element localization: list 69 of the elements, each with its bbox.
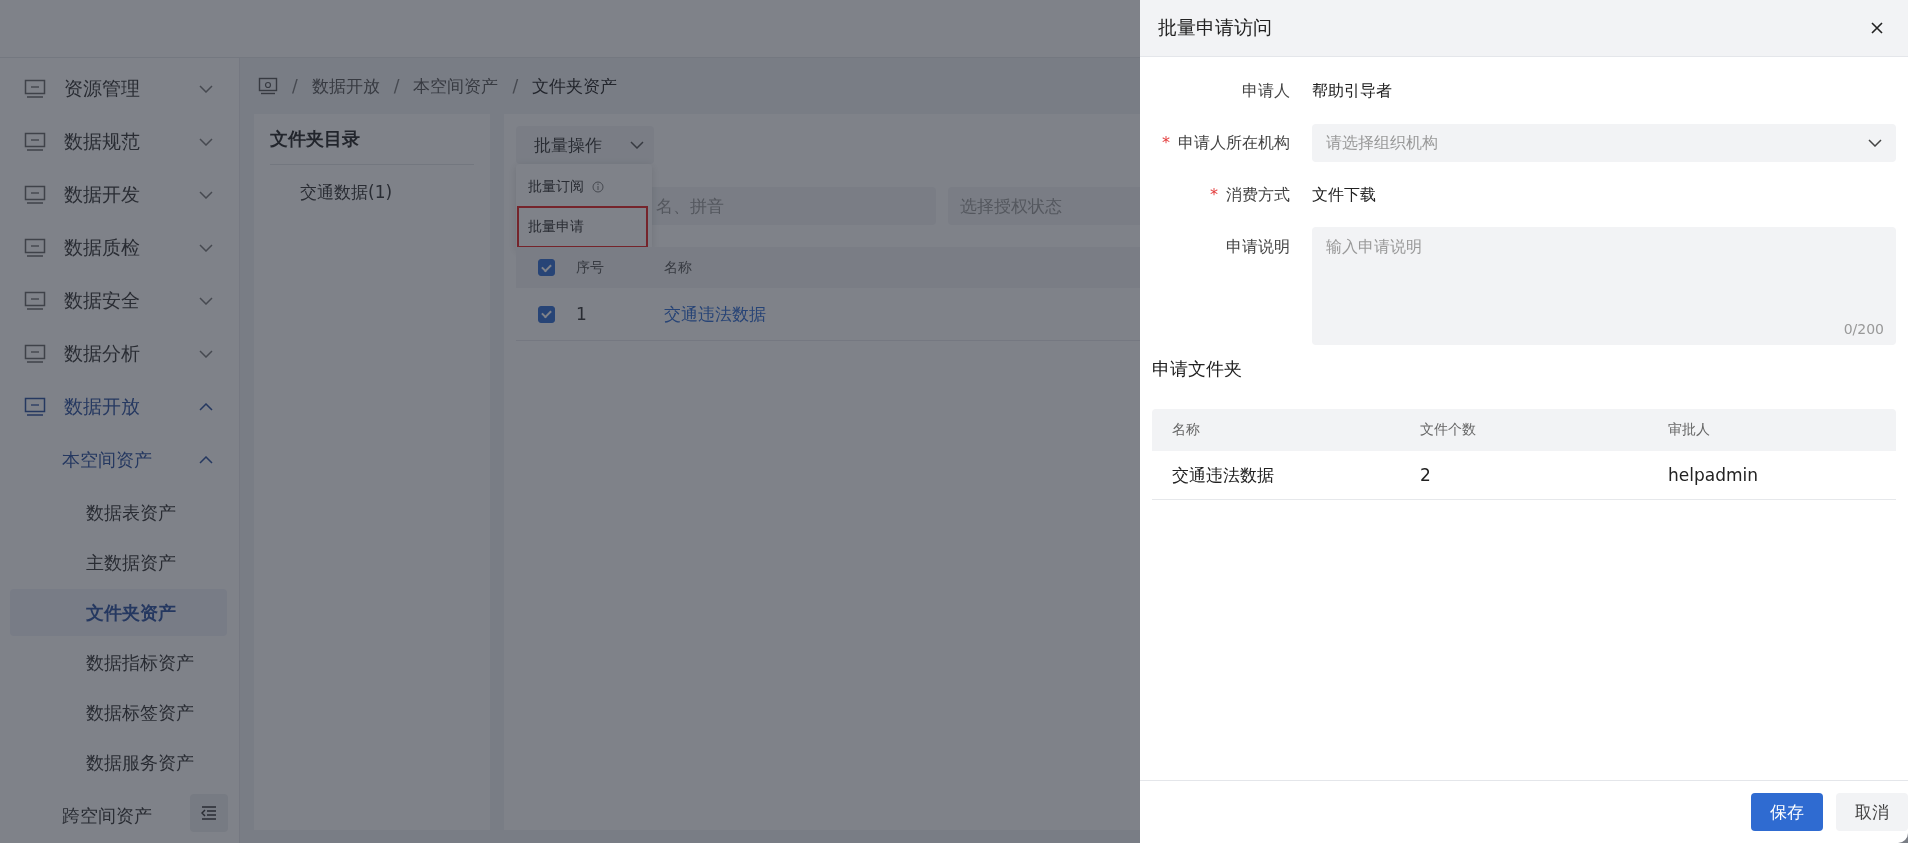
- breadcrumb-link[interactable]: 本空间资产: [413, 74, 499, 98]
- monitor-icon: [24, 184, 46, 205]
- breadcrumb-separator: /: [292, 76, 298, 96]
- collapse-sidebar-button[interactable]: [190, 794, 228, 832]
- chevron-down-icon: [630, 141, 644, 149]
- nav-leaf[interactable]: 主数据资产: [10, 539, 227, 586]
- column-header: 名称: [1171, 421, 1201, 439]
- monitor-icon: [24, 290, 46, 311]
- chevron-down-icon: [199, 190, 213, 199]
- breadcrumb-separator: /: [393, 76, 400, 96]
- table-cell-text: 2: [1419, 465, 1432, 485]
- nav-item[interactable]: 资源管理: [0, 62, 239, 115]
- textarea-field[interactable]: 输入申请说明 0/200: [1312, 227, 1896, 345]
- chevron-down-icon: [199, 349, 213, 358]
- checkbox[interactable]: [537, 259, 555, 276]
- batch-dropdown-button[interactable]: 批量操作: [516, 126, 654, 164]
- nav-subitem[interactable]: 本空间资产: [0, 433, 239, 486]
- column-header: 序号: [576, 258, 605, 277]
- column-header: 名称: [664, 258, 692, 277]
- cancel-button[interactable]: 取消: [1836, 793, 1908, 831]
- collapse-icon: [201, 806, 217, 820]
- column-header: 文件个数: [1419, 421, 1477, 439]
- nav-leaf[interactable]: 文件夹资产: [10, 589, 227, 636]
- nav-leaf[interactable]: 数据服务资产: [10, 739, 227, 786]
- chevron-up-icon: [199, 402, 213, 411]
- chevron-down-icon: [1868, 139, 1882, 147]
- field-value: 文件下载: [1312, 184, 1376, 206]
- chevron-down-icon: [199, 296, 213, 305]
- nav-item[interactable]: 数据质检: [0, 221, 239, 274]
- table-cell-text: 1: [576, 304, 588, 324]
- info-icon: [592, 181, 604, 193]
- drawer-title: 批量申请访问: [1158, 15, 1272, 40]
- chevron-up-icon: [199, 455, 213, 464]
- table-link[interactable]: 交通违法数据: [664, 302, 766, 326]
- save-button[interactable]: 保存: [1751, 793, 1823, 831]
- field-label: 申请人: [1242, 80, 1290, 102]
- folder-item[interactable]: 交通数据(1): [270, 165, 474, 204]
- nav-leaf[interactable]: 数据标签资产: [10, 689, 227, 736]
- field-label: * 消费方式: [1210, 184, 1290, 206]
- home-icon[interactable]: [258, 77, 278, 95]
- chevron-down-icon: [199, 84, 213, 93]
- nav-item[interactable]: 数据安全: [0, 274, 239, 327]
- monitor-icon: [24, 78, 46, 99]
- select-field[interactable]: 请选择组织机构: [1312, 124, 1896, 162]
- chevron-down-icon: [199, 243, 213, 252]
- nav-item[interactable]: 数据开放: [0, 380, 239, 433]
- breadcrumb-separator: /: [512, 76, 519, 96]
- breadcrumb-link[interactable]: 文件夹资产: [532, 74, 618, 98]
- nav-item[interactable]: 数据开发: [0, 168, 239, 221]
- nav-leaf[interactable]: 数据表资产: [10, 489, 227, 536]
- checkbox[interactable]: [537, 305, 555, 323]
- monitor-icon: [24, 396, 46, 417]
- panel-title: 文件夹目录: [270, 114, 474, 165]
- nav-item[interactable]: 数据分析: [0, 327, 239, 380]
- field-value: 帮助引导者: [1312, 80, 1392, 102]
- monitor-icon: [24, 343, 46, 364]
- monitor-icon: [24, 131, 46, 152]
- breadcrumb-link[interactable]: 数据开放: [311, 74, 380, 98]
- table-cell-text: helpadmin: [1667, 465, 1759, 485]
- section-title: 申请文件夹: [1152, 357, 1243, 381]
- nav-subitem[interactable]: 跨空间资产: [0, 789, 239, 842]
- monitor-icon: [24, 237, 46, 258]
- table-cell-text: 交通违法数据: [1171, 463, 1275, 487]
- column-header: 审批人: [1667, 421, 1711, 439]
- field-label: * 申请人所在机构: [1162, 132, 1290, 154]
- field-label: 申请说明: [1226, 237, 1290, 258]
- chevron-down-icon: [199, 137, 213, 146]
- nav-leaf[interactable]: 数据指标资产: [10, 639, 227, 686]
- nav-item[interactable]: 数据规范: [0, 115, 239, 168]
